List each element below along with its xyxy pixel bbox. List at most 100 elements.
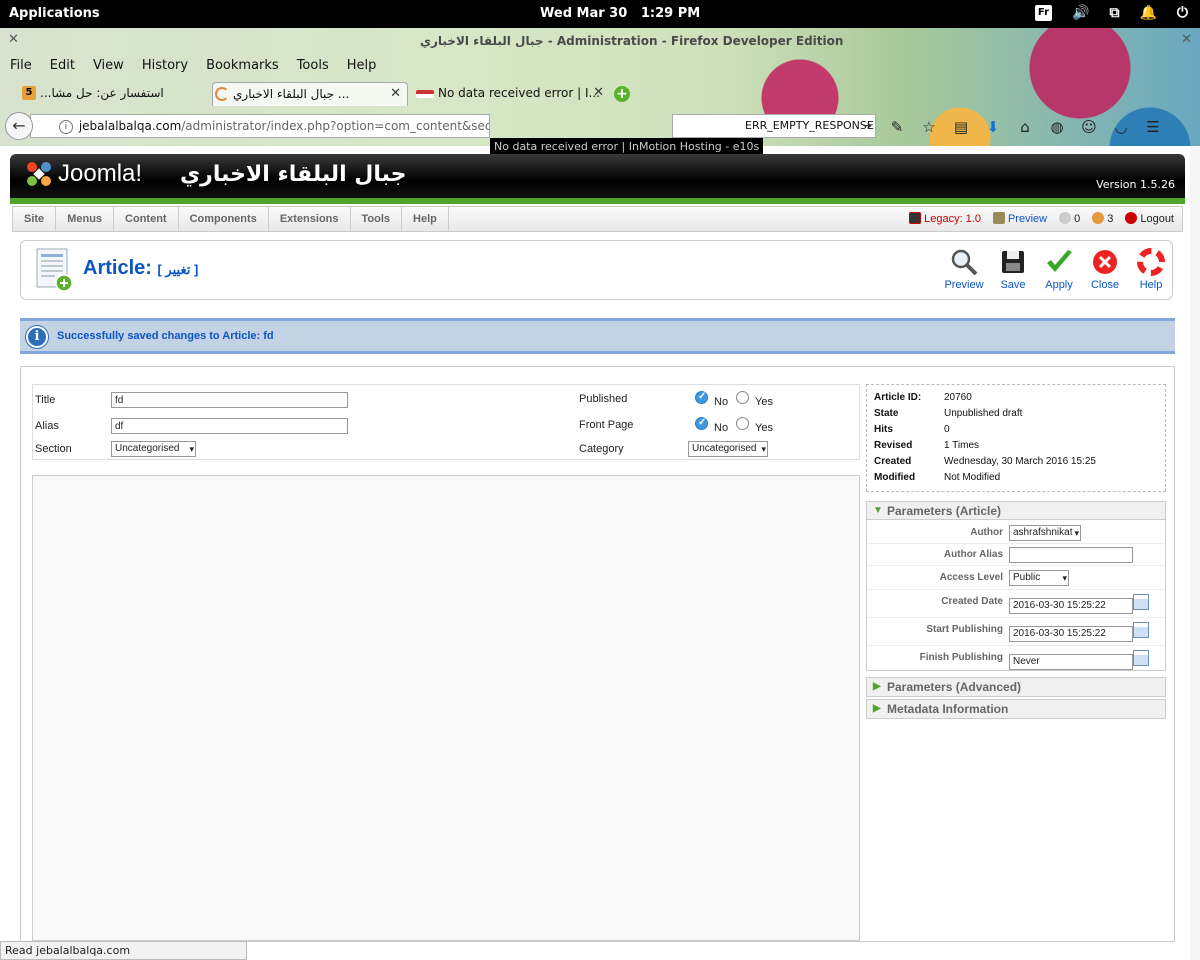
author-alias-input[interactable] <box>1009 547 1133 563</box>
save-button[interactable]: Save <box>990 247 1036 291</box>
alias-label: Alias <box>35 420 59 432</box>
applications-menu[interactable]: Applications <box>9 6 100 21</box>
calendar-icon[interactable] <box>1133 594 1149 610</box>
search-bar[interactable]: ERR_EMPTY_RESPONSE ➔ <box>672 114 876 138</box>
article-add-icon <box>36 248 73 292</box>
window-title: جبال البلقاء الاخباري - Administration -… <box>420 34 844 48</box>
published-no-radio[interactable] <box>695 391 708 404</box>
param-row-created-date: Created Date 2016-03-30 15:25:22 <box>867 590 1165 618</box>
keyboard-layout-indicator[interactable]: Fr <box>1034 5 1053 21</box>
downloads-icon[interactable]: ⬇ <box>984 118 1002 136</box>
header-accent-bar <box>10 198 1185 204</box>
frontpage-yes-radio[interactable] <box>736 417 749 430</box>
alias-input[interactable] <box>111 418 348 434</box>
tab-joomla-admin[interactable]: جبال البلقاء الاخباري ... ✕ <box>212 82 408 106</box>
created-date-input[interactable]: 2016-03-30 15:25:22 <box>1009 598 1133 614</box>
network-icon[interactable]: ⧉ <box>1109 4 1119 22</box>
joomla-header: Joomla! جبال البلقاء الاخباري Version 1.… <box>10 154 1185 198</box>
url-bar[interactable]: i jebalalbalqa.com/administrator/index.ph… <box>30 114 490 138</box>
advanced-parameters-header[interactable]: ▶ Parameters (Advanced) <box>866 677 1166 697</box>
tab-close-icon[interactable]: ✕ <box>593 82 604 104</box>
category-select[interactable]: Uncategorised <box>688 441 768 457</box>
notifications-bell-icon[interactable]: 🔔 <box>1139 4 1156 22</box>
back-button[interactable]: ← <box>5 112 33 140</box>
admin-menu-content[interactable]: Content <box>114 207 179 231</box>
close-button[interactable]: Close <box>1082 247 1128 291</box>
tab-no-data-error[interactable]: No data received error | I... ✕ <box>414 82 610 106</box>
admin-menu-help[interactable]: Help <box>402 207 449 231</box>
browser-status-bar: Read jebalalbalqa.com <box>0 941 247 960</box>
title-input[interactable] <box>111 392 348 408</box>
close-window-icon[interactable]: ✕ <box>8 32 19 47</box>
menu-view[interactable]: View <box>93 56 124 78</box>
frontpage-no-radio[interactable] <box>695 417 708 430</box>
author-select[interactable]: ashrafshnikat <box>1009 525 1081 541</box>
section-select[interactable]: Uncategorised <box>111 441 196 457</box>
messages-icon <box>1059 212 1072 224</box>
users-online-count[interactable]: 3 <box>1092 212 1113 225</box>
messages-count[interactable]: 0 <box>1059 212 1080 225</box>
tab-inquiry[interactable]: 5 استفسار عن: حل مشا... <box>20 82 206 106</box>
published-yes-radio[interactable] <box>736 391 749 404</box>
frontpage-no-label: No <box>714 422 729 434</box>
tab-label: No data received error | I... <box>438 86 600 100</box>
preview-link[interactable]: Preview <box>992 212 1047 225</box>
apply-button[interactable]: Apply <box>1036 247 1082 291</box>
help-button[interactable]: Help <box>1128 247 1174 291</box>
page-scrollbar[interactable] <box>1190 146 1200 960</box>
preview-button[interactable]: Preview <box>941 247 987 291</box>
article-parameters-panel: ▼ Parameters (Article) Author ashrafshnik… <box>866 501 1166 671</box>
param-row-author-alias: Author Alias <box>867 544 1165 566</box>
collapsed-arrow-icon: ▶ <box>873 703 881 714</box>
access-level-select[interactable]: Public <box>1009 570 1069 586</box>
admin-menu-extensions[interactable]: Extensions <box>269 207 351 231</box>
power-icon[interactable]: ⏻ <box>1177 4 1188 22</box>
metadata-information-header[interactable]: ▶ Metadata Information <box>866 699 1166 719</box>
logout-link[interactable]: Logout <box>1125 212 1174 225</box>
published-yes-label: Yes <box>755 396 773 408</box>
pocket-icon[interactable]: ◡ <box>1112 118 1130 136</box>
menu-file[interactable]: File <box>10 56 32 78</box>
admin-menu-site[interactable]: Site <box>13 207 57 231</box>
finish-publishing-input[interactable]: Never <box>1009 654 1133 670</box>
tab-close-icon[interactable]: ✕ <box>390 83 401 105</box>
article-parameters-header[interactable]: ▼ Parameters (Article) <box>867 502 1165 520</box>
navigation-toolbar: i jebalalbalqa.com/administrator/index.ph… <box>0 110 1200 156</box>
new-tab-button[interactable]: + <box>614 86 630 102</box>
calendar-icon[interactable] <box>1133 622 1149 638</box>
site-info-icon[interactable]: i <box>58 119 73 134</box>
bookmark-star-icon[interactable]: ☆ <box>920 118 938 136</box>
info-icon: i <box>26 326 48 348</box>
menu-edit[interactable]: Edit <box>50 56 75 78</box>
devtools-icon[interactable]: ✎ <box>888 118 906 136</box>
theme-icon[interactable]: ◍ <box>1048 118 1066 136</box>
menu-tools[interactable]: Tools <box>297 56 329 78</box>
admin-menu-tools[interactable]: Tools <box>351 207 403 231</box>
site-name: جبال البلقاء الاخباري <box>180 162 407 187</box>
article-info-box: Article ID: 20760 State Unpublished draft … <box>866 384 1166 492</box>
legacy-icon <box>909 212 922 224</box>
menu-help[interactable]: Help <box>347 56 377 78</box>
calendar-icon[interactable] <box>1133 650 1149 666</box>
close-x-icon <box>1093 250 1117 274</box>
url-path: /administrator/index.php?option=com_cont… <box>181 119 489 133</box>
menu-history[interactable]: History <box>142 56 188 78</box>
menu-bookmarks[interactable]: Bookmarks <box>206 56 279 78</box>
hamburger-menu-icon[interactable]: ☰ <box>1144 118 1162 136</box>
close-window-icon-right[interactable]: ✕ <box>1181 32 1192 47</box>
search-go-icon[interactable]: ➔ <box>863 115 872 137</box>
admin-menu-components[interactable]: Components <box>179 207 269 231</box>
article-text-editor[interactable] <box>32 475 860 941</box>
title-label: Title <box>35 394 56 406</box>
volume-icon[interactable]: 🔊 <box>1072 4 1089 22</box>
param-row-access: Access Level Public <box>867 566 1165 590</box>
chat-icon[interactable]: ☺ <box>1080 118 1098 136</box>
system-clock[interactable]: Wed Mar 30 1:29 PM <box>540 6 700 21</box>
start-publishing-input[interactable]: 2016-03-30 15:25:22 <box>1009 626 1133 642</box>
admin-menu-menus[interactable]: Menus <box>56 207 115 231</box>
param-row-finish-publishing: Finish Publishing Never <box>867 646 1165 672</box>
bookmarks-menu-icon[interactable]: ▤ <box>952 118 970 136</box>
home-icon[interactable]: ⌂ <box>1016 118 1034 136</box>
system-top-bar: Applications Wed Mar 30 1:29 PM Fr 🔊 ⧉ 🔔… <box>0 0 1200 28</box>
page-title: Article: [ تغيير ] <box>83 257 199 279</box>
